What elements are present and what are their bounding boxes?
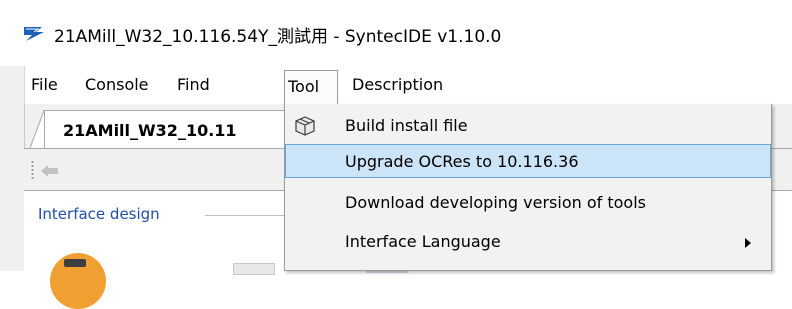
window-title: 21AMill_W32_10.116.54Y_測試用 - SyntecIDE v…	[54, 27, 502, 47]
menu-item-label: Download developing version of tools	[345, 193, 646, 212]
menu-item-interface-language[interactable]: Interface Language	[285, 225, 771, 259]
menu-item-label: Upgrade OCRes to 10.116.36	[345, 152, 579, 171]
syntec-logo-icon	[24, 27, 44, 41]
menu-find[interactable]: Find	[174, 72, 213, 98]
thumbnail-1[interactable]	[233, 263, 275, 275]
menu-bar: File Console Find Tool Description	[24, 66, 792, 104]
tool-dropdown-menu: Build install file Upgrade OCRes to 10.1…	[284, 104, 772, 271]
menu-tool[interactable]: Tool	[284, 70, 338, 104]
package-box-icon	[295, 116, 315, 136]
tool-avatar-screen-icon	[64, 259, 86, 267]
menu-item-download-dev-tools[interactable]: Download developing version of tools	[285, 186, 771, 220]
menu-console[interactable]: Console	[82, 72, 152, 98]
group-interface-design-label: Interface design	[38, 205, 164, 223]
submenu-arrow-icon	[745, 238, 751, 248]
tab-project-label: 21AMill_W32_10.11	[63, 121, 237, 140]
menu-file[interactable]: File	[28, 72, 61, 98]
menu-item-build-install-file[interactable]: Build install file	[285, 109, 771, 143]
back-arrow-icon[interactable]	[39, 163, 61, 179]
menu-item-label: Build install file	[345, 116, 468, 135]
title-bar: 21AMill_W32_10.116.54Y_測試用 - SyntecIDE v…	[0, 0, 792, 66]
menu-item-label: Interface Language	[345, 232, 501, 251]
app-window: 21AMill_W32_10.116.54Y_測試用 - SyntecIDE v…	[0, 0, 792, 309]
menu-item-upgrade-ocres[interactable]: Upgrade OCRes to 10.116.36	[285, 144, 771, 178]
menu-description[interactable]: Description	[349, 72, 446, 98]
toolbar-grip[interactable]	[31, 160, 34, 180]
